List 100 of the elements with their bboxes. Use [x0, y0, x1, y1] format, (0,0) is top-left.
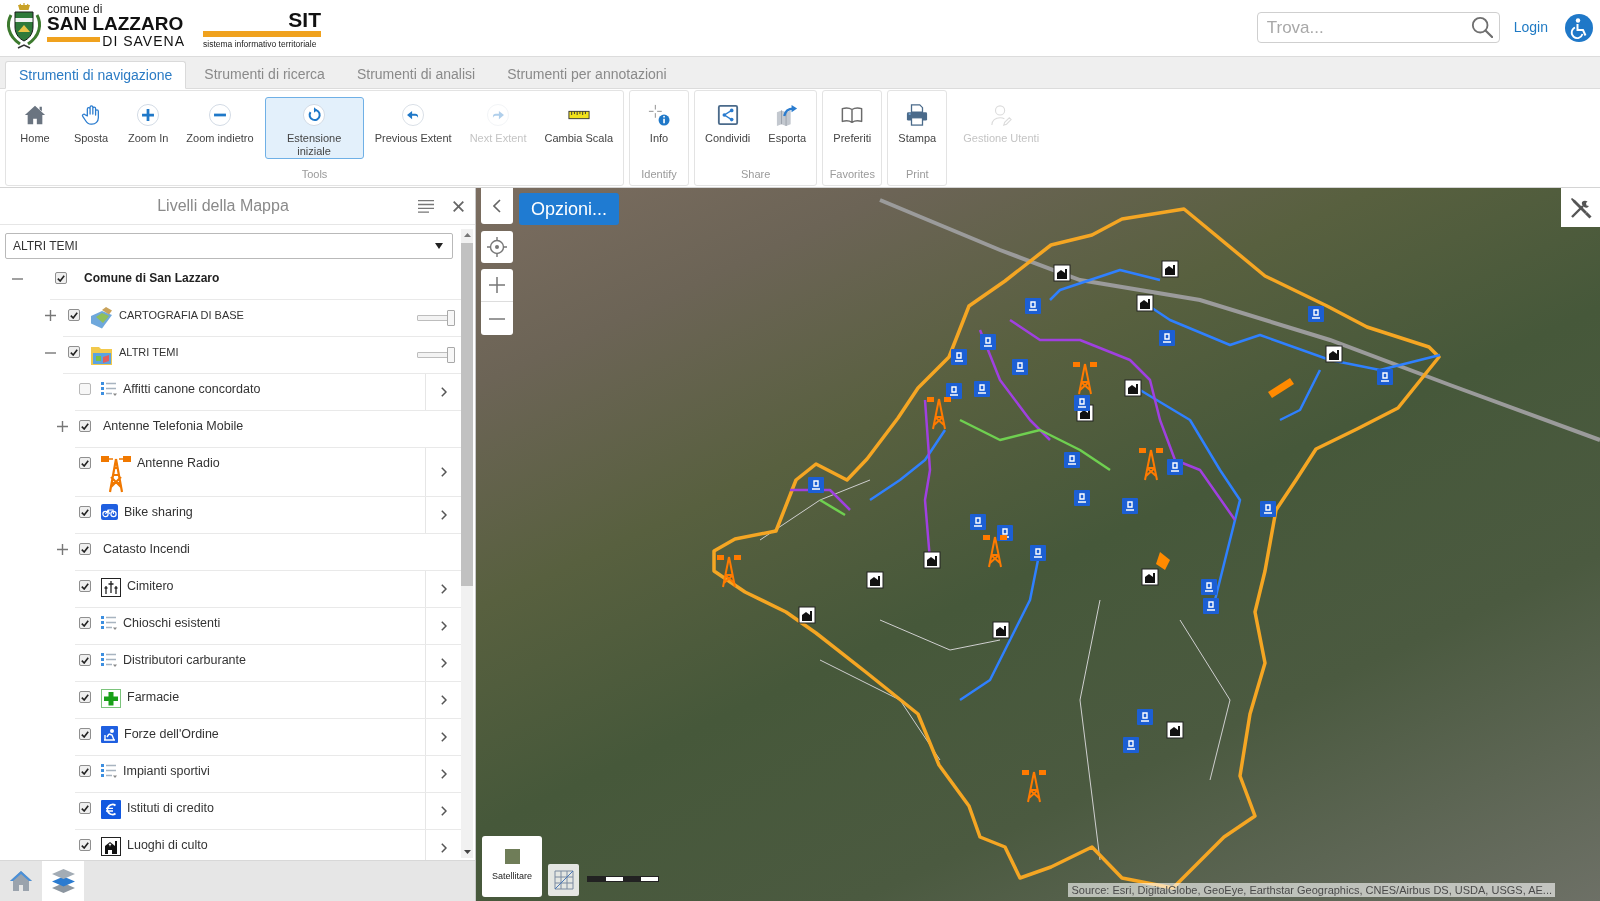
plus-icon[interactable] [57, 544, 68, 555]
checkbox[interactable] [79, 802, 91, 814]
crosshair-icon[interactable] [487, 237, 507, 257]
checkbox[interactable] [79, 420, 91, 432]
checkbox[interactable] [68, 346, 80, 358]
chevron-right-icon[interactable] [440, 621, 447, 631]
chevron-right-icon[interactable] [440, 510, 447, 520]
caret-down-icon[interactable] [435, 243, 443, 249]
checkmark-icon [81, 422, 89, 430]
toolbar-button[interactable]: Stampa [891, 97, 944, 159]
opacity-slider[interactable] [417, 347, 455, 363]
building-marker-icon [1325, 345, 1343, 363]
toolbar-button[interactable]: Info [633, 97, 685, 159]
logo-caption: comune di [47, 3, 103, 15]
slider-thumb[interactable] [447, 347, 455, 363]
checkbox[interactable] [68, 309, 80, 321]
opacity-slider[interactable] [417, 310, 455, 326]
plus-icon[interactable] [489, 277, 505, 293]
slider-thumb[interactable] [447, 310, 455, 326]
toolbar-button[interactable]: Condividi [698, 97, 758, 159]
scroll-down-arrow-icon[interactable] [463, 850, 471, 854]
plus-icon[interactable] [45, 310, 56, 321]
crosses-icon [101, 578, 121, 597]
building-marker-icon [1161, 260, 1179, 278]
chevron-right-icon[interactable] [440, 584, 447, 594]
checkbox[interactable] [79, 691, 91, 703]
checkbox[interactable] [79, 506, 91, 518]
checkbox[interactable] [79, 765, 91, 777]
crosshair-info-icon[interactable] [648, 104, 670, 126]
layers-icon[interactable] [51, 869, 75, 893]
toolbar-button[interactable]: Home [9, 97, 61, 159]
tools-button[interactable] [1561, 188, 1600, 227]
toolbar-button[interactable]: Cambia Scala [537, 97, 620, 159]
checkbox[interactable] [79, 617, 91, 629]
checkmark-icon [81, 730, 89, 738]
checkbox[interactable] [79, 580, 91, 592]
toolbar-button[interactable]: Zoom In [121, 97, 176, 159]
chevron-right-icon[interactable] [440, 695, 447, 705]
toolbar-button[interactable]: Preferiti [826, 97, 879, 159]
accessibility-icon[interactable] [1565, 13, 1593, 42]
scroll-up-arrow-icon[interactable] [463, 233, 471, 237]
checkmark-icon [81, 804, 89, 812]
close-icon[interactable] [453, 200, 464, 212]
chevron-left-icon[interactable] [493, 199, 501, 213]
toolbar-button[interactable]: Previous Extent [367, 97, 459, 159]
minus-icon[interactable] [489, 317, 505, 320]
toolbar-button[interactable]: Esporta [761, 97, 814, 159]
book-icon[interactable] [841, 104, 864, 126]
chevron-right-icon[interactable] [440, 843, 447, 853]
checkbox[interactable] [79, 383, 91, 395]
tab[interactable]: Strumenti di navigazione [5, 61, 187, 89]
checkbox[interactable] [79, 839, 91, 851]
login-link[interactable]: Login [1513, 17, 1548, 38]
chevron-right-icon[interactable] [440, 732, 447, 742]
options-button[interactable]: Opzioni... [519, 193, 620, 225]
toolbar-button[interactable]: Zoom indietro [179, 97, 261, 159]
share-icon[interactable] [716, 104, 739, 126]
scrollbar-thumb[interactable] [461, 243, 473, 586]
plus-circle-icon[interactable] [137, 104, 160, 126]
search-icon[interactable] [1470, 16, 1493, 38]
hand-icon[interactable] [80, 104, 102, 126]
home-icon[interactable] [24, 104, 46, 126]
wrench-screwdriver-icon[interactable] [1569, 196, 1592, 219]
chevron-right-icon[interactable] [440, 769, 447, 779]
collapse-panel-button[interactable] [481, 188, 513, 224]
chevron-right-icon[interactable] [440, 806, 447, 816]
export-icon[interactable] [776, 104, 799, 126]
theme-select[interactable]: ALTRI TEMI [5, 233, 453, 259]
plus-icon[interactable] [57, 421, 68, 432]
map-marker-icon [1137, 709, 1153, 725]
arrow-left-icon[interactable] [402, 104, 425, 126]
checkbox[interactable] [79, 728, 91, 740]
toolbar-button[interactable]: Sposta [65, 97, 117, 159]
chevron-right-icon[interactable] [440, 387, 447, 397]
checkmark-icon [81, 582, 89, 590]
toolbar-button[interactable]: Estensione iniziale [264, 97, 364, 159]
radio-tower-icon [101, 455, 131, 493]
map-marker-icon [808, 477, 824, 493]
checkbox[interactable] [79, 543, 91, 555]
basemap-button[interactable]: Satellitare [482, 836, 542, 897]
layer-label: Affitti canone concordato [123, 381, 261, 397]
checkbox[interactable] [79, 457, 91, 469]
map-marker-icon [980, 334, 996, 350]
layers-tab[interactable] [42, 861, 84, 901]
locate-button[interactable] [481, 231, 513, 263]
printer-icon[interactable] [906, 104, 929, 126]
map-marker-icon [970, 514, 986, 530]
map-marker-icon [1064, 452, 1080, 468]
menu-icon[interactable] [418, 199, 434, 213]
map-marker-icon [1122, 498, 1138, 514]
map-marker-icon [1159, 330, 1175, 346]
checkbox[interactable] [55, 272, 67, 284]
map-marker-icon [1377, 369, 1393, 385]
chevron-right-icon[interactable] [440, 467, 447, 477]
checkbox[interactable] [79, 654, 91, 666]
chevron-right-icon[interactable] [440, 658, 447, 668]
search-field[interactable]: Trova... [1256, 12, 1500, 43]
home-icon[interactable] [10, 870, 32, 892]
layer-label: Antenne Telefonia Mobile [103, 418, 244, 434]
minus-circle-icon[interactable] [209, 104, 231, 126]
